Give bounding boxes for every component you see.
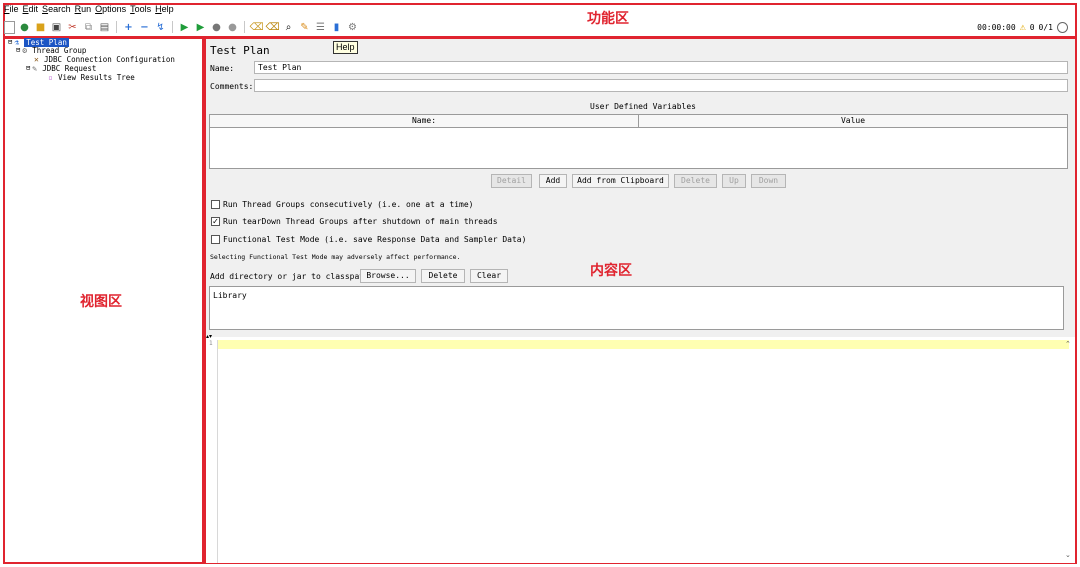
functional-test-mode-checkbox[interactable] [211, 235, 220, 244]
function-zone-label: 功能区 [587, 11, 629, 27]
log-icon[interactable] [1057, 21, 1068, 33]
stop-icon[interactable]: ● [210, 21, 223, 34]
search-icon[interactable]: ⌕ [282, 21, 295, 34]
clear-button[interactable]: Clear [470, 269, 508, 283]
up-button[interactable]: Up [722, 174, 746, 188]
classpath-delete-button[interactable]: Delete [421, 269, 465, 283]
tree-node-jdbc-request[interactable]: ⊟ ✎ JDBC Request [26, 64, 96, 73]
line-number-gutter: 1 [206, 340, 218, 563]
script-editor[interactable] [206, 338, 1075, 563]
run-teardown-checkbox[interactable]: ✓ [211, 217, 220, 226]
menu-edit[interactable]: Edit [21, 4, 41, 16]
help-icon[interactable]: ▮ [330, 21, 343, 34]
reset-search-icon[interactable]: ✎ [298, 21, 311, 34]
thread-group-icon: ⚙ [22, 45, 28, 55]
clear-all-icon[interactable]: ⌫ [265, 21, 279, 34]
menu-search[interactable]: Search [40, 4, 73, 16]
warning-icon[interactable]: ⚠ [1020, 22, 1026, 33]
toolbar-separator [172, 21, 173, 33]
editor-vertical-scrollbar[interactable]: ⌃ ⌄ [1063, 340, 1073, 562]
menu-file[interactable]: File [2, 4, 21, 16]
remote-icon[interactable]: ⚙ [346, 21, 359, 34]
expand-icon[interactable]: + [122, 21, 135, 34]
menu-bar: File Edit Search Run Options Tools Help [2, 4, 176, 16]
add-from-clipboard-button[interactable]: Add from Clipboard [572, 174, 669, 188]
comments-label: Comments: [210, 82, 254, 91]
scroll-down-icon[interactable]: ⌄ [1065, 551, 1071, 559]
toolbar-separator [116, 21, 117, 33]
sampler-icon: ✎ [32, 63, 38, 73]
tree-node-jdbc-config[interactable]: ✕ JDBC Connection Configuration [34, 55, 175, 64]
function-helper-icon[interactable]: ☰ [314, 21, 327, 34]
run-consecutively-checkbox[interactable] [211, 200, 220, 209]
start-no-pauses-icon[interactable]: ▶ [194, 21, 207, 34]
cut-icon[interactable]: ✂ [66, 21, 79, 34]
collapse-toggle-icon[interactable]: ⊟ [16, 46, 20, 55]
line-number: 1 [209, 340, 213, 347]
menu-options[interactable]: Options [93, 4, 128, 16]
column-header-name[interactable]: Name: [210, 115, 639, 128]
paste-icon[interactable]: ▤ [98, 21, 111, 34]
tree-node-view-results[interactable]: ▫ View Results Tree [48, 73, 135, 82]
name-label: Name: [210, 64, 235, 73]
toolbar-separator [244, 21, 245, 33]
current-line-highlight [218, 340, 1069, 349]
menu-help[interactable]: Help [153, 4, 176, 16]
thread-count: 0/1 [1038, 22, 1053, 32]
run-teardown-label: Run tearDown Thread Groups after shutdow… [223, 217, 498, 226]
toggle-icon[interactable]: ↯ [154, 21, 167, 34]
detail-button[interactable]: Detail [491, 174, 532, 188]
save-icon[interactable]: ▣ [50, 21, 63, 34]
tree-label: Thread Group [32, 46, 87, 55]
copy-icon[interactable]: ⧉ [82, 21, 95, 34]
down-button[interactable]: Down [751, 174, 786, 188]
add-button[interactable]: Add [539, 174, 567, 188]
templates-icon[interactable]: ● [18, 21, 31, 34]
library-list[interactable]: Library [209, 286, 1064, 330]
menu-tools[interactable]: Tools [128, 4, 153, 16]
collapse-icon[interactable]: − [138, 21, 151, 34]
open-icon[interactable]: ■ [34, 21, 47, 34]
collapse-toggle-icon[interactable]: ⊟ [26, 64, 30, 73]
tree-node-thread-group[interactable]: ⊟ ⚙ Thread Group [16, 46, 86, 55]
browse-button[interactable]: Browse... [360, 269, 416, 283]
functional-test-mode-label: Functional Test Mode (i.e. save Response… [223, 235, 527, 244]
view-zone-label: 视图区 [80, 294, 122, 310]
help-tooltip[interactable]: Help [333, 41, 358, 54]
status-area: 00:00:00 ⚠ 0 0/1 [977, 19, 1068, 35]
tree-label: View Results Tree [58, 73, 135, 82]
panel-title: Test Plan [210, 44, 270, 57]
variables-table[interactable]: Name: Value [209, 114, 1068, 169]
collapse-toggle-icon[interactable]: ⊟ [8, 38, 12, 47]
start-icon[interactable]: ▶ [178, 21, 191, 34]
elapsed-timer: 00:00:00 [977, 22, 1016, 32]
menu-run[interactable]: Run [73, 4, 94, 16]
config-element-icon: ✕ [34, 54, 39, 64]
comments-field[interactable] [254, 79, 1068, 92]
delete-button[interactable]: Delete [674, 174, 717, 188]
library-header: Library [213, 291, 247, 300]
toolbar: ● ■ ▣ ✂ ⧉ ▤ + − ↯ ▶ ▶ ● ● ⌫ ⌫ ⌕ ✎ ☰ ▮ ⚙ [4, 19, 359, 35]
classpath-label: Add directory or jar to classpath [210, 272, 369, 281]
run-consecutively-label: Run Thread Groups consecutively (i.e. on… [223, 200, 474, 209]
error-count: 0 [1029, 22, 1035, 32]
listener-icon: ▫ [48, 72, 53, 82]
content-zone-label: 内容区 [590, 263, 632, 279]
tree-label: JDBC Connection Configuration [44, 55, 175, 64]
new-icon[interactable] [4, 20, 15, 34]
column-header-value[interactable]: Value [639, 115, 1067, 128]
udv-title: User Defined Variables [590, 102, 696, 111]
scroll-up-icon[interactable]: ⌃ [1065, 340, 1071, 348]
functional-mode-note: Selecting Functional Test Mode may adver… [210, 253, 461, 261]
name-field[interactable]: Test Plan [254, 61, 1068, 74]
tree-label: JDBC Request [42, 64, 97, 73]
shutdown-icon[interactable]: ● [226, 21, 239, 34]
clear-icon[interactable]: ⌫ [249, 21, 263, 34]
